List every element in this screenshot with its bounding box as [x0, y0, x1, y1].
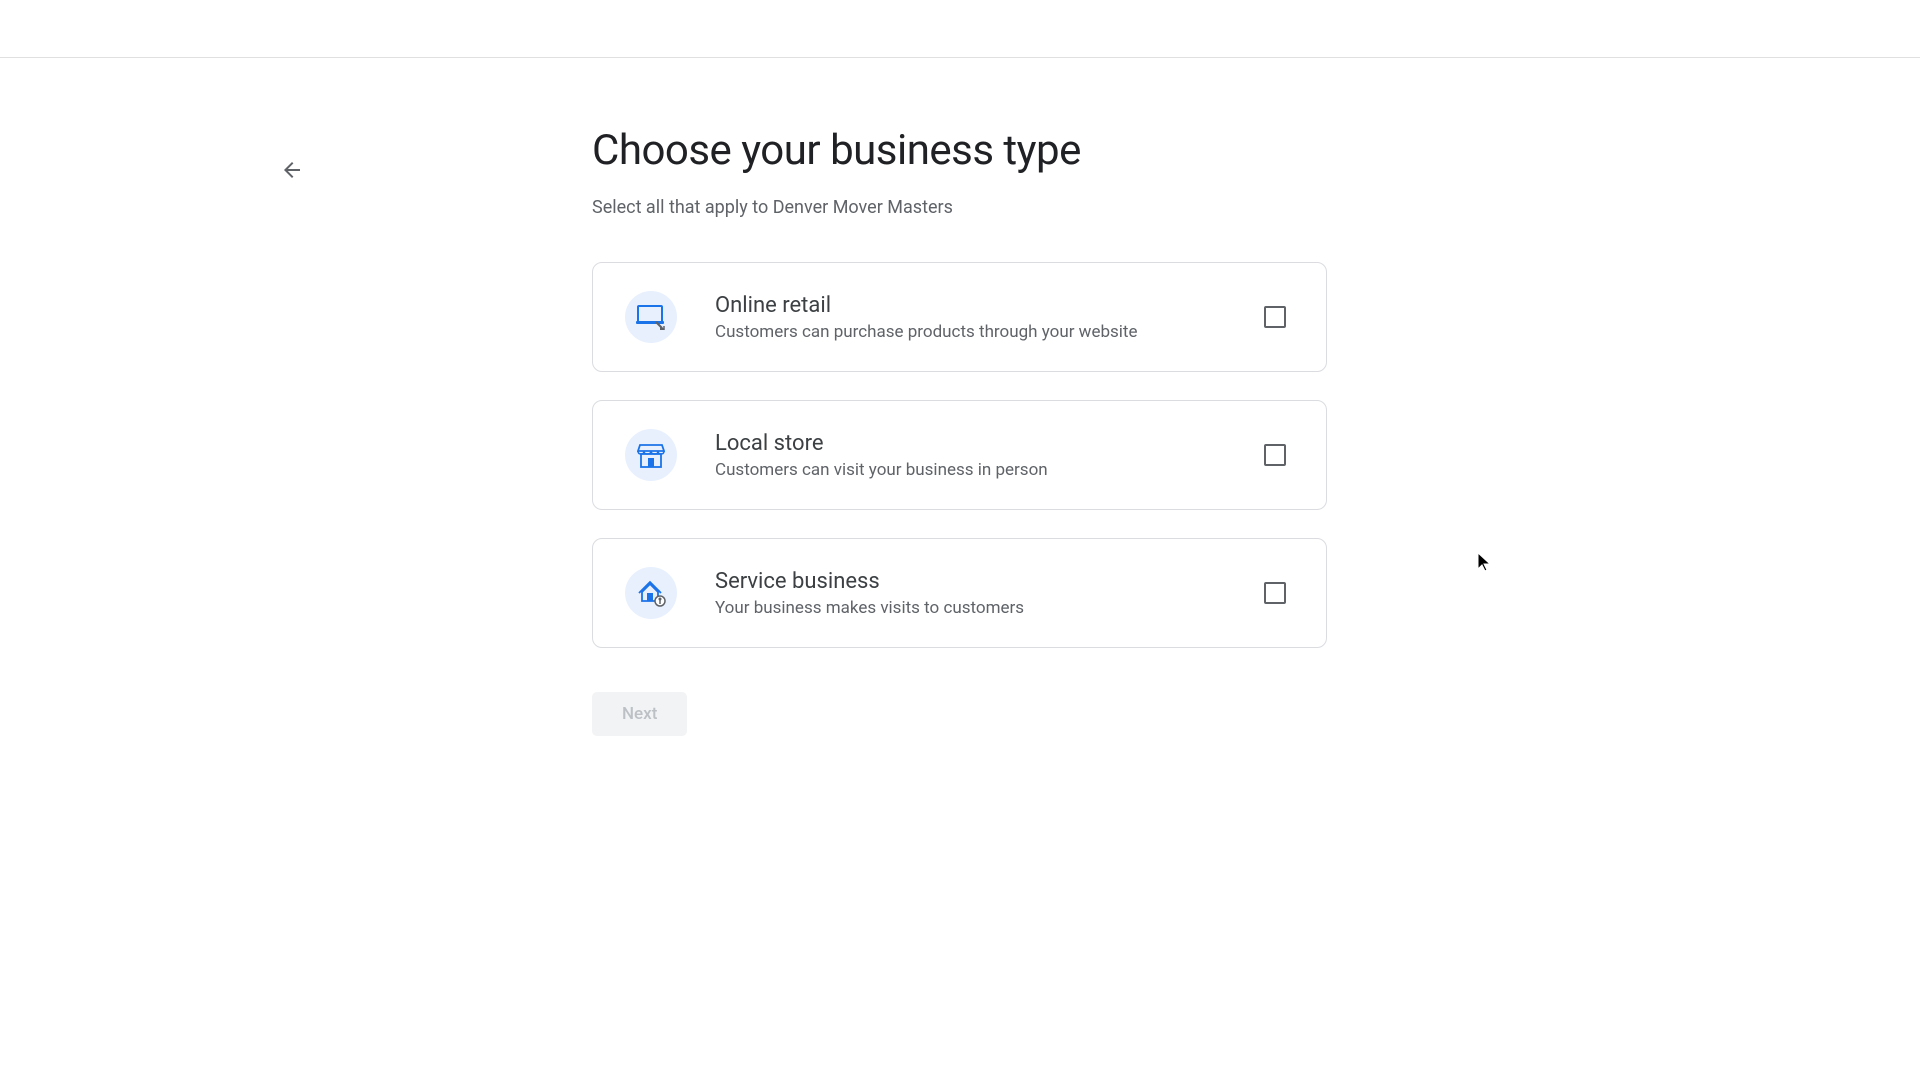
page-subtitle: Select all that apply to Denver Mover Ma… [592, 197, 1327, 218]
option-title: Online retail [715, 293, 1264, 318]
online-retail-icon [625, 291, 677, 343]
option-service-business[interactable]: Service business Your business makes vis… [592, 538, 1327, 648]
option-description: Customers can visit your business in per… [715, 460, 1264, 480]
option-text: Local store Customers can visit your bus… [715, 431, 1264, 480]
checkbox-service-business[interactable] [1264, 582, 1286, 604]
service-business-icon [625, 567, 677, 619]
checkbox-online-retail[interactable] [1264, 306, 1286, 328]
option-title: Service business [715, 569, 1264, 594]
option-description: Customers can purchase products through … [715, 322, 1264, 342]
option-online-retail[interactable]: Online retail Customers can purchase pro… [592, 262, 1327, 372]
cursor-icon [1478, 553, 1494, 577]
checkbox-local-store[interactable] [1264, 444, 1286, 466]
option-description: Your business makes visits to customers [715, 598, 1264, 618]
option-text: Online retail Customers can purchase pro… [715, 293, 1264, 342]
option-text: Service business Your business makes vis… [715, 569, 1264, 618]
back-button[interactable] [272, 150, 312, 190]
page-title: Choose your business type [592, 126, 1327, 175]
options-container: Online retail Customers can purchase pro… [592, 262, 1327, 648]
local-store-icon [625, 429, 677, 481]
top-bar [0, 0, 1920, 58]
option-local-store[interactable]: Local store Customers can visit your bus… [592, 400, 1327, 510]
next-button[interactable]: Next [592, 692, 687, 736]
back-arrow-icon [280, 158, 304, 182]
option-title: Local store [715, 431, 1264, 456]
